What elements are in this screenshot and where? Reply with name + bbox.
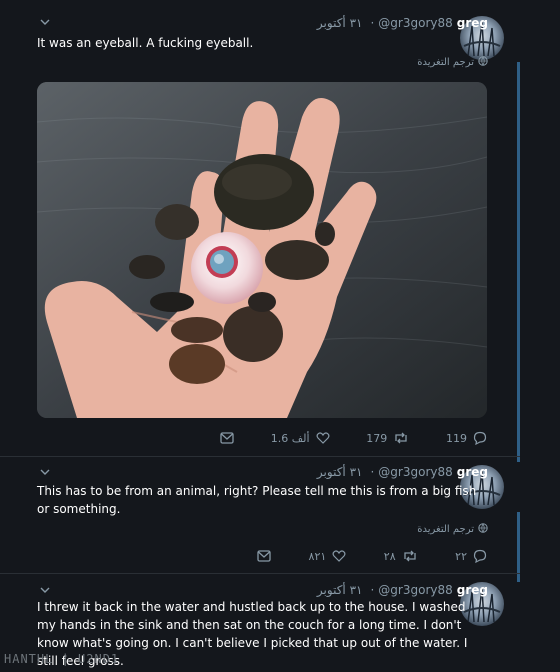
- separator-dot: ·: [370, 583, 375, 597]
- user-handle[interactable]: @gr3gory88: [378, 465, 452, 479]
- dm-button[interactable]: [257, 550, 271, 562]
- tweet-date[interactable]: ٣١ أكتوبر: [317, 465, 363, 479]
- reply-button[interactable]: ٢٢: [455, 549, 487, 563]
- dm-icon: [257, 550, 271, 562]
- tweet-header: ٣١ أكتوبر · @gr3gory88 greg: [317, 581, 488, 599]
- timeline: ٣١ أكتوبر · @gr3gory88 greg It was an ey…: [0, 0, 560, 672]
- retweet-icon: [393, 432, 409, 444]
- like-count: 1.6 ألف: [270, 431, 310, 445]
- like-count: ٨٢١: [308, 549, 327, 563]
- retweet-count: 179: [366, 431, 388, 445]
- tweet-text: This has to be from an animal, right? Pl…: [37, 484, 477, 516]
- user-name[interactable]: greg: [457, 583, 488, 597]
- chevron-down-icon[interactable]: [40, 585, 50, 595]
- dm-icon: [220, 432, 234, 444]
- like-button[interactable]: ٨٢١: [309, 550, 347, 563]
- user-handle[interactable]: @gr3gory88: [378, 583, 452, 597]
- reply-icon: [473, 431, 487, 445]
- tweet-actions: ٨٢١ ٢٨ ٢٢: [257, 548, 487, 564]
- tweet[interactable]: ٣١ أكتوبر · @gr3gory88 greg This has to …: [0, 457, 520, 573]
- retweet-button[interactable]: ٢٨: [384, 550, 418, 563]
- translate-tweet-link[interactable]: ترجم التغريدة: [417, 523, 488, 536]
- retweet-button[interactable]: 179: [366, 432, 409, 445]
- chevron-down-icon[interactable]: [40, 467, 50, 477]
- retweet-icon: [402, 550, 418, 562]
- tweet-actions: 1.6 ألف 179 119: [220, 430, 487, 446]
- tweet-text: It was an eyeball. A fucking eyeball.: [37, 36, 254, 50]
- tweet-date[interactable]: ٣١ أكتوبر: [317, 583, 363, 597]
- user-name[interactable]: greg: [457, 16, 488, 30]
- separator-dot: ·: [370, 16, 375, 30]
- reply-button[interactable]: 119: [446, 431, 487, 445]
- reply-count: ٢٢: [455, 549, 467, 563]
- dm-button[interactable]: [220, 432, 234, 444]
- tweet-header: ٣١ أكتوبر · @gr3gory88 greg: [317, 463, 488, 481]
- translate-tweet-link[interactable]: ترجم التغريدة: [417, 56, 488, 69]
- translate-label: ترجم التغريدة: [417, 524, 474, 535]
- tweet-photo[interactable]: [37, 82, 487, 418]
- retweet-count: ٢٨: [383, 549, 396, 563]
- user-name[interactable]: greg: [457, 465, 488, 479]
- tweet-date[interactable]: ٣١ أكتوبر: [317, 16, 363, 30]
- like-button[interactable]: 1.6 ألف: [271, 432, 330, 445]
- watermark: HANTHL | U2ND1: [4, 652, 120, 666]
- globe-icon: [478, 523, 488, 536]
- globe-icon: [478, 56, 488, 69]
- tweet-header: ٣١ أكتوبر · @gr3gory88 greg: [317, 14, 488, 32]
- user-handle[interactable]: @gr3gory88: [378, 16, 452, 30]
- tweet[interactable]: ٣١ أكتوبر · @gr3gory88 greg It was an ey…: [0, 0, 520, 458]
- separator-dot: ·: [370, 465, 375, 479]
- chevron-down-icon[interactable]: [40, 17, 50, 27]
- reply-count: 119: [446, 431, 467, 445]
- like-icon: [316, 432, 330, 444]
- reply-icon: [473, 549, 487, 563]
- like-icon: [332, 550, 346, 562]
- translate-label: ترجم التغريدة: [417, 57, 474, 68]
